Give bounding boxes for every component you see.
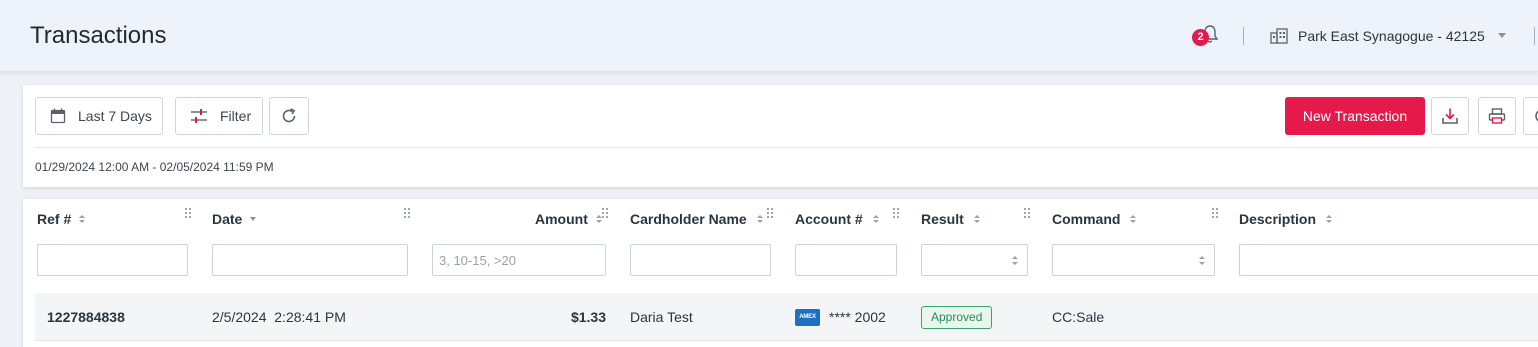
account-number: **** 2002 <box>829 309 886 325</box>
description-filter-input[interactable] <box>1239 244 1538 276</box>
organization-label: Park East Synagogue - 42125 <box>1298 28 1485 44</box>
gear-icon <box>1534 110 1538 122</box>
header-divider <box>1243 27 1244 45</box>
date-preset-label: Last 7 Days <box>78 108 152 124</box>
download-icon <box>1442 108 1458 124</box>
column-header-cardholder[interactable]: Cardholder Name <box>630 209 763 229</box>
calendar-icon <box>50 108 66 124</box>
sort-icon <box>756 215 763 223</box>
column-label: Result <box>921 211 964 227</box>
column-label: Account # <box>795 211 863 227</box>
sort-icon <box>973 215 980 223</box>
column-header-ref[interactable]: Ref # <box>37 209 86 229</box>
notification-count-badge: 2 <box>1192 29 1209 46</box>
column-drag-handle-icon[interactable] <box>893 208 901 220</box>
building-icon <box>1270 28 1288 44</box>
table-row[interactable]: 1227884838 2/5/2024 2:28:41 PM $1.33 Dar… <box>35 293 1538 341</box>
top-header: Transactions 2 Park East Synagogue - 421… <box>0 0 1538 72</box>
sort-icon <box>872 215 879 223</box>
print-button[interactable] <box>1478 97 1516 135</box>
column-drag-handle-icon[interactable] <box>1024 208 1032 220</box>
toolbar-card: Last 7 Days Filter New Transaction 01/29… <box>23 85 1538 187</box>
organization-selector[interactable]: Park East Synagogue - 42125 <box>1270 26 1485 46</box>
toolbar-divider <box>35 147 1538 148</box>
chevron-down-icon[interactable] <box>1498 33 1506 38</box>
settings-button[interactable] <box>1523 97 1538 135</box>
column-label: Date <box>212 211 243 227</box>
result-cell: Approved <box>921 293 993 341</box>
column-header-command[interactable]: Command <box>1052 209 1137 229</box>
date-range-text: 01/29/2024 12:00 AM - 02/05/2024 11:59 P… <box>35 160 274 174</box>
column-drag-handle-icon[interactable] <box>404 208 412 220</box>
column-drag-handle-icon[interactable] <box>767 208 775 220</box>
sort-descending-icon <box>250 217 257 221</box>
date-cell: 2/5/2024 2:28:41 PM <box>212 309 346 325</box>
column-drag-handle-icon[interactable] <box>185 208 193 220</box>
page-title: Transactions <box>30 22 167 49</box>
column-header-amount[interactable]: Amount <box>535 209 602 229</box>
filter-button[interactable]: Filter <box>175 97 263 135</box>
column-header-date[interactable]: Date <box>212 209 257 229</box>
result-filter-select[interactable] <box>921 244 1028 276</box>
column-label: Description <box>1239 211 1317 227</box>
status-badge: Approved <box>921 305 993 329</box>
export-button[interactable] <box>1431 97 1469 135</box>
cardholder-cell: Daria Test <box>630 309 693 325</box>
new-transaction-button[interactable]: New Transaction <box>1285 97 1425 135</box>
column-label: Command <box>1052 211 1121 227</box>
amount-filter-input[interactable]: 3, 10-15, >20 <box>432 244 606 276</box>
column-label: Cardholder Name <box>630 211 747 227</box>
date-preset-button[interactable]: Last 7 Days <box>35 97 163 135</box>
amex-card-icon: AMEX <box>795 308 820 326</box>
ref-filter-input[interactable] <box>37 244 188 276</box>
cardholder-filter-input[interactable] <box>630 244 771 276</box>
account-cell: AMEX **** 2002 <box>795 293 886 341</box>
column-label: Ref # <box>37 211 72 227</box>
header-divider <box>1534 27 1535 45</box>
column-header-account[interactable]: Account # <box>795 209 879 229</box>
refresh-icon <box>282 108 296 123</box>
sort-icon <box>595 215 602 223</box>
column-label: Amount <box>535 211 588 227</box>
printer-icon <box>1488 108 1506 124</box>
amount-cell: $1.33 <box>570 309 606 325</box>
transactions-table: Ref # Date Amount Cardholder Name Accoun… <box>23 199 1538 347</box>
command-filter-select[interactable] <box>1052 244 1215 276</box>
refresh-button[interactable] <box>269 97 309 135</box>
sort-icon <box>1130 215 1137 223</box>
filter-sliders-icon <box>190 108 208 124</box>
command-cell: CC:Sale <box>1052 309 1105 325</box>
filter-label: Filter <box>220 108 252 124</box>
date-filter-input[interactable] <box>212 244 408 276</box>
account-filter-input[interactable] <box>795 244 897 276</box>
column-header-description[interactable]: Description <box>1239 209 1333 229</box>
sort-icon <box>79 215 86 223</box>
column-drag-handle-icon[interactable] <box>602 208 610 220</box>
notifications-button[interactable]: 2 <box>1192 24 1222 50</box>
sort-icon <box>1326 215 1333 223</box>
column-drag-handle-icon[interactable] <box>1212 208 1220 220</box>
column-header-result[interactable]: Result <box>921 209 980 229</box>
ref-cell: 1227884838 <box>47 309 125 325</box>
